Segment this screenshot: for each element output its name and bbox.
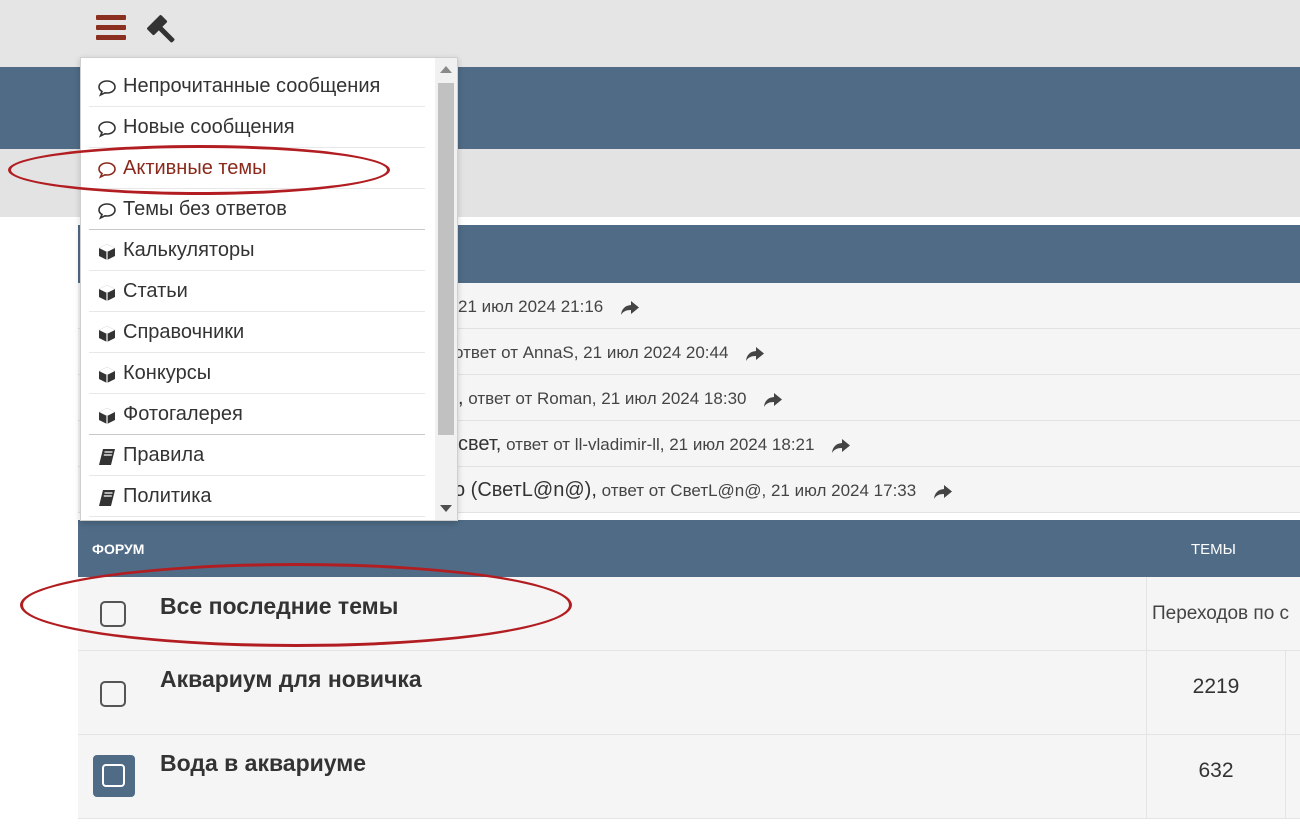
menu-item-label: Политика xyxy=(123,485,212,507)
menu-item-articles[interactable]: Статьи xyxy=(89,271,425,312)
forum-status-icon xyxy=(100,681,126,707)
menu-item-new-posts[interactable]: Новые сообщения xyxy=(89,107,425,148)
forum-topic-count: 2219 xyxy=(1192,675,1240,698)
book-icon xyxy=(99,449,115,465)
column-divider xyxy=(1146,577,1147,651)
share-arrow-icon[interactable] xyxy=(831,438,851,454)
recent-topic-meta: 21 июл 2024 21:16 xyxy=(458,297,604,316)
menu-item-policy[interactable]: Политика xyxy=(89,476,425,517)
scroll-down-arrow-icon[interactable] xyxy=(440,505,452,512)
menu-item-contests[interactable]: Конкурсы xyxy=(89,353,425,394)
forum-row[interactable]: Все последние темы Переходов по с xyxy=(78,577,1300,651)
forum-table-header: ФОРУМ ТЕМЫ xyxy=(78,520,1300,577)
cube-icon xyxy=(99,326,115,342)
column-header-topics: ТЕМЫ xyxy=(1191,541,1236,558)
cube-icon xyxy=(99,408,115,424)
menu-item-label: Новые сообщения xyxy=(123,116,295,138)
menu-item-photo-gallery[interactable]: Фотогалерея xyxy=(89,394,425,435)
cube-icon xyxy=(99,285,115,301)
book-icon xyxy=(99,490,115,506)
menu-item-label: Статьи xyxy=(123,280,188,302)
recent-topic-title[interactable]: свет, xyxy=(458,433,501,455)
column-divider xyxy=(1285,735,1286,819)
forum-row[interactable]: Вода в аквариуме 632 xyxy=(78,735,1300,819)
menu-item-label: Активные темы xyxy=(123,157,267,179)
hamburger-menu-icon[interactable] xyxy=(96,15,126,43)
column-header-forum: ФОРУМ xyxy=(92,541,145,557)
quick-links-dropdown[interactable]: Непрочитанные сообщения Новые сообщения … xyxy=(80,57,458,521)
forum-status-icon xyxy=(100,601,126,627)
menu-item-label: Непрочитанные сообщения xyxy=(123,75,381,97)
share-arrow-icon[interactable] xyxy=(745,346,765,362)
share-arrow-icon[interactable] xyxy=(620,300,640,316)
menu-item-rules[interactable]: Правила xyxy=(89,435,425,476)
cube-icon xyxy=(99,244,115,260)
menu-item-label: Фотогалерея xyxy=(123,403,243,425)
speech-bubble-icon xyxy=(98,121,116,138)
dropdown-scrollbar[interactable] xyxy=(435,58,457,520)
share-arrow-icon[interactable] xyxy=(933,484,953,500)
recent-topic-meta: ответ от Roman, 21 июл 2024 18:30 xyxy=(468,389,747,408)
speech-bubble-icon xyxy=(98,203,116,220)
scroll-up-arrow-icon[interactable] xyxy=(440,66,452,73)
column-divider xyxy=(1285,651,1286,735)
menu-item-calculators[interactable]: Калькуляторы xyxy=(89,230,425,271)
gavel-icon[interactable] xyxy=(144,12,180,48)
recent-topic-title[interactable]: о (СветL@n@), xyxy=(454,479,597,501)
menu-item-label: Правила xyxy=(123,444,205,466)
speech-bubble-icon xyxy=(98,80,116,97)
menu-item-unread-posts[interactable]: Непрочитанные сообщения xyxy=(89,66,425,107)
forum-row[interactable]: Аквариум для новичка 2219 xyxy=(78,651,1300,735)
forum-topic-count: 632 xyxy=(1198,759,1234,782)
cube-icon xyxy=(99,367,115,383)
scrollbar-thumb[interactable] xyxy=(438,83,454,435)
forum-unread-status-icon xyxy=(93,755,135,797)
share-arrow-icon[interactable] xyxy=(763,392,783,408)
menu-item-label: Справочники xyxy=(123,321,245,343)
forum-redirect-count: Переходов по с xyxy=(1152,603,1290,624)
menu-item-unanswered-topics[interactable]: Темы без ответов xyxy=(89,189,425,230)
recent-topic-meta: ответ от ll-vladimir-ll, 21 июл 2024 18:… xyxy=(506,435,815,454)
menu-item-active-topics[interactable]: Активные темы xyxy=(89,148,425,189)
recent-topic-meta: ответ от СветL@n@, 21 июл 2024 17:33 xyxy=(601,481,917,500)
menu-item-references[interactable]: Справочники xyxy=(89,312,425,353)
recent-topic-meta: ответ от AnnaS, 21 июл 2024 20:44 xyxy=(454,343,729,362)
recent-topic-title[interactable]: , xyxy=(458,387,464,409)
menu-item-label: Темы без ответов xyxy=(123,198,287,220)
forum-title-link[interactable]: Аквариум для новичка xyxy=(160,666,422,693)
menu-item-label: Калькуляторы xyxy=(123,239,255,261)
menu-item-label: Конкурсы xyxy=(123,362,212,384)
forum-title-link[interactable]: Все последние темы xyxy=(160,593,398,620)
forum-title-link[interactable]: Вода в аквариуме xyxy=(160,750,366,777)
speech-bubble-icon xyxy=(98,162,116,179)
